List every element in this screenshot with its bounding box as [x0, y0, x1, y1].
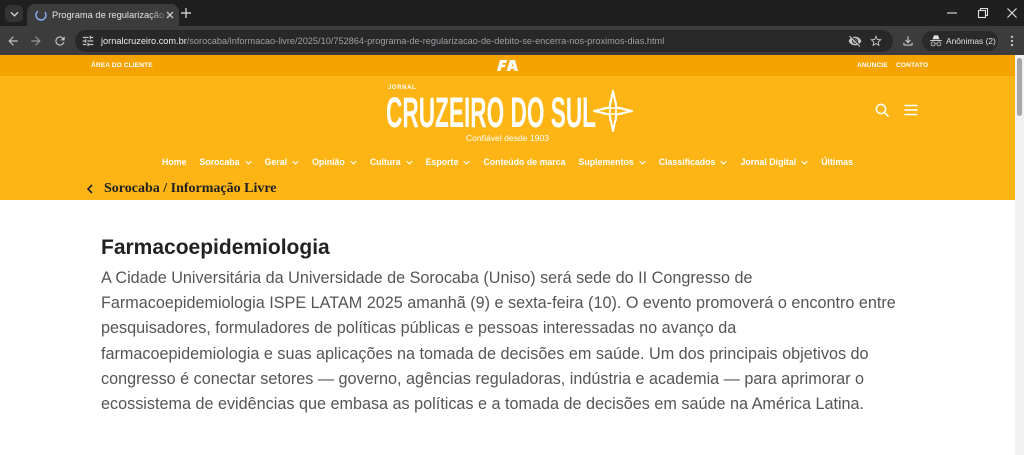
- chevron-left-icon[interactable]: [86, 184, 94, 194]
- nav-item-label: Esporte: [425, 157, 459, 167]
- chevron-down-icon: [292, 160, 299, 165]
- nav-item-opiniao[interactable]: Opinião: [312, 154, 357, 170]
- url-text[interactable]: jornalcruzeiro.com.br/sorocaba/informaca…: [101, 30, 664, 52]
- nav-item-jornal-digital[interactable]: Jornal Digital: [740, 154, 808, 170]
- page-scrollbar[interactable]: [1015, 55, 1024, 455]
- chevron-down-icon: [639, 160, 646, 165]
- incognito-icon: [930, 35, 942, 47]
- chevron-down-icon: [720, 160, 728, 165]
- kebab-menu-icon[interactable]: [1005, 34, 1019, 48]
- advertise-link[interactable]: ANUNCIE: [857, 55, 888, 76]
- article-subheading: Farmacoepidemiologia: [101, 236, 330, 259]
- logo-main-text: CRUZEIRO DO SUL: [386, 90, 596, 130]
- nav-item-label: Suplementos: [578, 157, 634, 167]
- paragraph-line: congresso é conectar setores — governo, …: [101, 369, 865, 388]
- site-top-strip: ÁREA DO CLIENTE ANUNCIE CONTATO: [0, 55, 1015, 76]
- logo-tagline: Confiável desde 1903: [465, 133, 550, 143]
- contact-link[interactable]: CONTATO: [896, 55, 928, 76]
- chevron-down-icon: [405, 160, 413, 165]
- nav-item-ultimas[interactable]: Últimas: [821, 154, 853, 170]
- scrollbar-thumb[interactable]: [1017, 58, 1022, 116]
- tab-search-button[interactable]: [5, 5, 23, 22]
- paragraph-line: pesquisadores, formuladores de políticas…: [101, 319, 737, 338]
- reload-icon[interactable]: [53, 34, 67, 48]
- eye-off-icon[interactable]: [848, 34, 862, 48]
- back-arrow-icon[interactable]: [6, 34, 20, 48]
- logo-star-icon: [593, 90, 633, 132]
- url-domain: jornalcruzeiro.com.br: [101, 36, 187, 46]
- nav-item-home[interactable]: Home: [162, 154, 186, 170]
- site-logo[interactable]: CRUZEIRO DO SUL: [386, 90, 598, 130]
- client-area-link[interactable]: ÁREA DO CLIENTE: [91, 55, 153, 76]
- site-header: JORNAL CRUZEIRO DO SUL Confiável desde 1…: [0, 76, 1015, 200]
- chevron-down-icon: [801, 160, 808, 165]
- address-bar[interactable]: jornalcruzeiro.com.br/sorocaba/informaca…: [75, 30, 893, 52]
- paragraph-line: farmacoepidemiologia e suas aplicações n…: [101, 344, 869, 363]
- paragraph-line: Farmacoepidemiologia ISPE LATAM 2025 ama…: [101, 294, 896, 313]
- close-window-icon[interactable]: [1006, 7, 1018, 19]
- restore-icon[interactable]: [977, 7, 989, 19]
- active-tab[interactable]: Programa de regularização de: [27, 4, 179, 26]
- nav-item-label: Geral: [264, 157, 288, 167]
- favicon-icon: [35, 9, 47, 21]
- group-logo-icon[interactable]: [497, 60, 518, 71]
- hamburger-menu-icon[interactable]: [904, 104, 918, 116]
- nav-item-conteudo-de-marca[interactable]: Conteúdo de marca: [483, 154, 565, 170]
- article-paragraph: A Cidade Universitária da Universidade d…: [101, 266, 896, 417]
- tab-close-icon[interactable]: [164, 9, 176, 21]
- site-settings-icon[interactable]: [81, 34, 95, 48]
- paragraph-line: ecossistema de evidências que embasa as …: [101, 395, 865, 414]
- nav-item-label: Opinião: [312, 157, 345, 167]
- browser-toolbar: jornalcruzeiro.com.br/sorocaba/informaca…: [0, 26, 1024, 55]
- chevron-down-icon: [244, 160, 252, 165]
- nav-item-cultura[interactable]: Cultura: [370, 154, 413, 170]
- tab-title: Programa de regularização de: [52, 10, 170, 20]
- chevron-down-icon: [350, 160, 357, 165]
- paragraph-line: A Cidade Universitária da Universidade d…: [101, 269, 753, 287]
- nav-item-label: Sorocaba: [199, 157, 240, 167]
- nav-item-label: Home: [162, 157, 187, 167]
- minimize-icon[interactable]: [946, 7, 958, 19]
- download-icon[interactable]: [901, 34, 915, 48]
- nav-item-esporte[interactable]: Esporte: [426, 154, 471, 170]
- url-path: /sorocaba/informacao-livre/2025/10/75286…: [186, 36, 665, 46]
- new-tab-plus-icon[interactable]: [179, 6, 193, 20]
- browser-tab-strip: Programa de regularização de: [0, 0, 1024, 26]
- incognito-profile-button[interactable]: Anônimas (2): [922, 31, 998, 51]
- nav-item-label: Jornal Digital: [740, 157, 797, 167]
- nav-item-sorocaba[interactable]: Sorocaba: [199, 154, 252, 170]
- bookmark-star-icon[interactable]: [869, 34, 883, 48]
- nav-item-label: Cultura: [369, 157, 401, 167]
- nav-item-classificados[interactable]: Classificados: [659, 154, 728, 170]
- nav-item-suplementos[interactable]: Suplementos: [579, 154, 646, 170]
- nav-item-label: Classificados: [658, 157, 716, 167]
- profile-label: Anônimas (2): [946, 36, 996, 46]
- breadcrumb[interactable]: Sorocaba / Informação Livre: [104, 181, 277, 197]
- search-icon[interactable]: [875, 103, 889, 117]
- tab-search-chevron-icon: [9, 11, 19, 17]
- chevron-down-icon: [463, 160, 471, 165]
- nav-item-geral[interactable]: Geral: [265, 154, 300, 170]
- forward-arrow-icon[interactable]: [29, 34, 43, 48]
- main-nav: Home Sorocaba Geral Opinião Cultura Espo…: [0, 154, 1015, 170]
- nav-item-label: Conteúdo de marca: [483, 157, 566, 167]
- nav-item-label: Últimas: [821, 157, 853, 167]
